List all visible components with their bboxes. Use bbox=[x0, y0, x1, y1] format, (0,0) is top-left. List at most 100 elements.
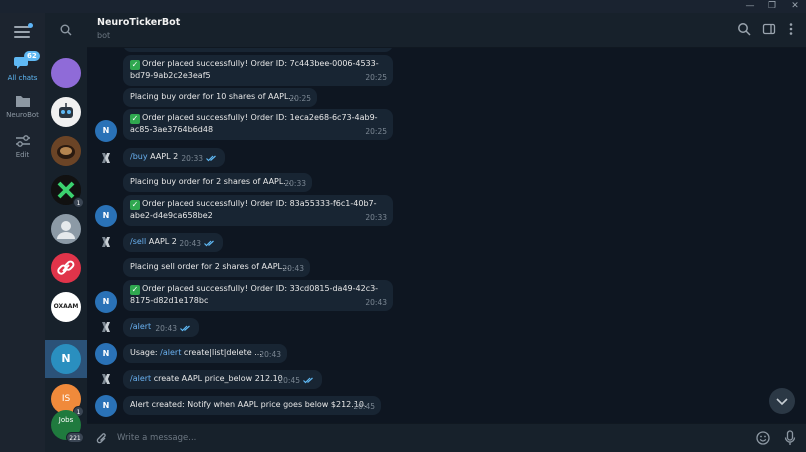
minimize-button[interactable]: — bbox=[739, 0, 761, 13]
user-avatar-icon bbox=[102, 322, 110, 332]
bot-avatar[interactable]: N bbox=[95, 120, 117, 142]
message-text: create|list|delete ... bbox=[181, 348, 262, 357]
command-link[interactable]: /alert bbox=[130, 374, 151, 383]
search-icon[interactable] bbox=[737, 22, 751, 36]
message-time: 20:33 bbox=[284, 179, 306, 188]
user-avatar-icon bbox=[102, 153, 110, 163]
message-text: Order placed successfully! Order ID: 1ec… bbox=[130, 113, 378, 134]
avatar-text: N bbox=[61, 352, 71, 365]
bot-message: Placing sell order for 2 shares of AAPL.… bbox=[123, 258, 310, 277]
message-text: Order placed successfully! Order ID: 83a… bbox=[130, 199, 377, 220]
chat-avatar-robot[interactable] bbox=[51, 97, 81, 127]
read-ticks-icon bbox=[180, 325, 190, 332]
bot-avatar[interactable]: N bbox=[95, 343, 117, 365]
message-time: 20:43 bbox=[259, 350, 281, 359]
check-icon: ✓ bbox=[130, 114, 140, 124]
check-icon: ✓ bbox=[130, 60, 140, 70]
bot-avatar[interactable]: N bbox=[95, 205, 117, 227]
message-text: AAPL 2 bbox=[147, 152, 179, 161]
robot-icon bbox=[59, 103, 73, 118]
message-time: 20:25 bbox=[289, 94, 311, 103]
folder-neurobot[interactable]: NeuroBot bbox=[0, 95, 45, 119]
folder-all-chats[interactable]: 62 All chats bbox=[0, 51, 45, 82]
message-text: Placing sell order for 2 shares of AAPL.… bbox=[130, 262, 290, 271]
read-ticks-icon bbox=[204, 240, 214, 247]
message-text: create AAPL price_below 212.10 bbox=[151, 374, 283, 383]
read-ticks-icon bbox=[206, 155, 216, 162]
more-icon[interactable] bbox=[784, 22, 798, 36]
message-bubble-clipped bbox=[123, 48, 393, 52]
message-input[interactable] bbox=[117, 431, 717, 445]
command-link[interactable]: /alert bbox=[130, 322, 151, 331]
microphone-icon[interactable] bbox=[784, 430, 796, 446]
menu-icon[interactable] bbox=[14, 23, 33, 38]
user-message: /alert create AAPL price_below 212.10 20… bbox=[123, 370, 322, 389]
chat-list: 1 OXAAM N IS 1 Jobs 221 bbox=[45, 13, 87, 452]
message-text: Alert created: Notify when AAPL price go… bbox=[130, 400, 367, 409]
chat-title[interactable]: NeuroTickerBot bbox=[97, 17, 180, 28]
title-bar: — ❐ ✕ bbox=[0, 0, 806, 13]
bot-message: Alert created: Notify when AAPL price go… bbox=[123, 396, 381, 415]
message-time: 20:43 bbox=[155, 324, 177, 333]
avatar-text: Jobs bbox=[58, 416, 74, 424]
link-icon bbox=[57, 260, 75, 275]
message-time: 20:25 bbox=[365, 73, 387, 82]
message-time: 20:43 bbox=[179, 239, 201, 248]
message-text: Order placed successfully! Order ID: 33c… bbox=[130, 284, 379, 305]
message-text: Order placed successfully! Order ID: 7c4… bbox=[130, 59, 379, 80]
sidebar-toggle-icon[interactable] bbox=[762, 22, 776, 36]
chat-avatar-link[interactable] bbox=[51, 253, 81, 283]
paperclip-icon[interactable] bbox=[96, 432, 108, 446]
chat-avatar-jobs[interactable]: Jobs 221 bbox=[51, 410, 84, 443]
scroll-down-button[interactable] bbox=[769, 388, 795, 414]
message-time: 20:43 bbox=[365, 298, 387, 307]
check-icon: ✓ bbox=[130, 200, 140, 210]
message-time: 20:43 bbox=[282, 264, 304, 273]
bot-message: Placing buy order for 2 shares of AAPL..… bbox=[123, 173, 312, 192]
message-time: 20:45 bbox=[278, 376, 300, 385]
person-icon bbox=[57, 221, 75, 239]
chat-avatar-person[interactable] bbox=[51, 214, 81, 244]
chat-avatar-x[interactable]: 1 bbox=[51, 175, 84, 208]
message-text: Placing buy order for 2 shares of AAPL..… bbox=[130, 177, 291, 186]
folder-label: All chats bbox=[7, 74, 38, 82]
message-area: ✓ Order placed successfully! Order ID: 7c… bbox=[87, 48, 806, 423]
read-ticks-icon bbox=[303, 377, 313, 384]
unread-badge: 221 bbox=[66, 432, 84, 443]
chat-avatar-oxaam[interactable]: OXAAM bbox=[51, 292, 81, 322]
user-message: /sell AAPL 2 20:43 bbox=[123, 233, 223, 252]
message-time: 20:25 bbox=[365, 127, 387, 136]
command-link[interactable]: /buy bbox=[130, 152, 148, 161]
bot-avatar[interactable]: N bbox=[95, 395, 117, 417]
folder-label: NeuroBot bbox=[6, 111, 39, 119]
search-icon[interactable] bbox=[60, 24, 72, 36]
folder-badge: 62 bbox=[24, 51, 40, 61]
chat-avatar-coffee[interactable] bbox=[51, 136, 81, 166]
chat-header: NeuroTickerBot bot bbox=[87, 13, 806, 48]
chevron-down-icon bbox=[776, 398, 788, 406]
bot-message: Placing buy order for 10 shares of AAPL.… bbox=[123, 88, 317, 107]
close-button[interactable]: ✕ bbox=[784, 0, 806, 13]
message-time: 20:45 bbox=[353, 402, 375, 411]
message-time: 20:33 bbox=[181, 154, 203, 163]
chat-avatar-neurotickerbot[interactable]: N bbox=[51, 344, 81, 374]
composer bbox=[87, 423, 806, 452]
bot-avatar[interactable]: N bbox=[95, 291, 117, 313]
chat-avatar-purple[interactable] bbox=[51, 58, 81, 88]
bot-message: ✓ Order placed successfully! Order ID: 7c… bbox=[123, 55, 393, 86]
message-time: 20:33 bbox=[365, 213, 387, 222]
user-avatar-icon bbox=[102, 237, 110, 247]
folder-icon bbox=[15, 96, 30, 107]
command-link[interactable]: /sell bbox=[130, 237, 146, 246]
command-link[interactable]: /alert bbox=[160, 348, 181, 357]
folder-rail: 62 All chats NeuroBot Edit bbox=[0, 13, 45, 452]
message-text: Usage: bbox=[130, 348, 161, 357]
message-text: Placing buy order for 10 shares of AAPL.… bbox=[130, 92, 297, 101]
restore-button[interactable]: ❐ bbox=[761, 0, 783, 13]
bot-message: ✓ Order placed successfully! Order ID: 83… bbox=[123, 195, 393, 226]
emoji-icon[interactable] bbox=[756, 431, 770, 445]
user-message: /buy AAPL 2 20:33 bbox=[123, 148, 225, 167]
folder-edit[interactable]: Edit bbox=[0, 134, 45, 159]
chat-subtitle: bot bbox=[97, 31, 111, 40]
bot-message: Usage: /alert create|list|delete ... 20:… bbox=[123, 344, 287, 363]
